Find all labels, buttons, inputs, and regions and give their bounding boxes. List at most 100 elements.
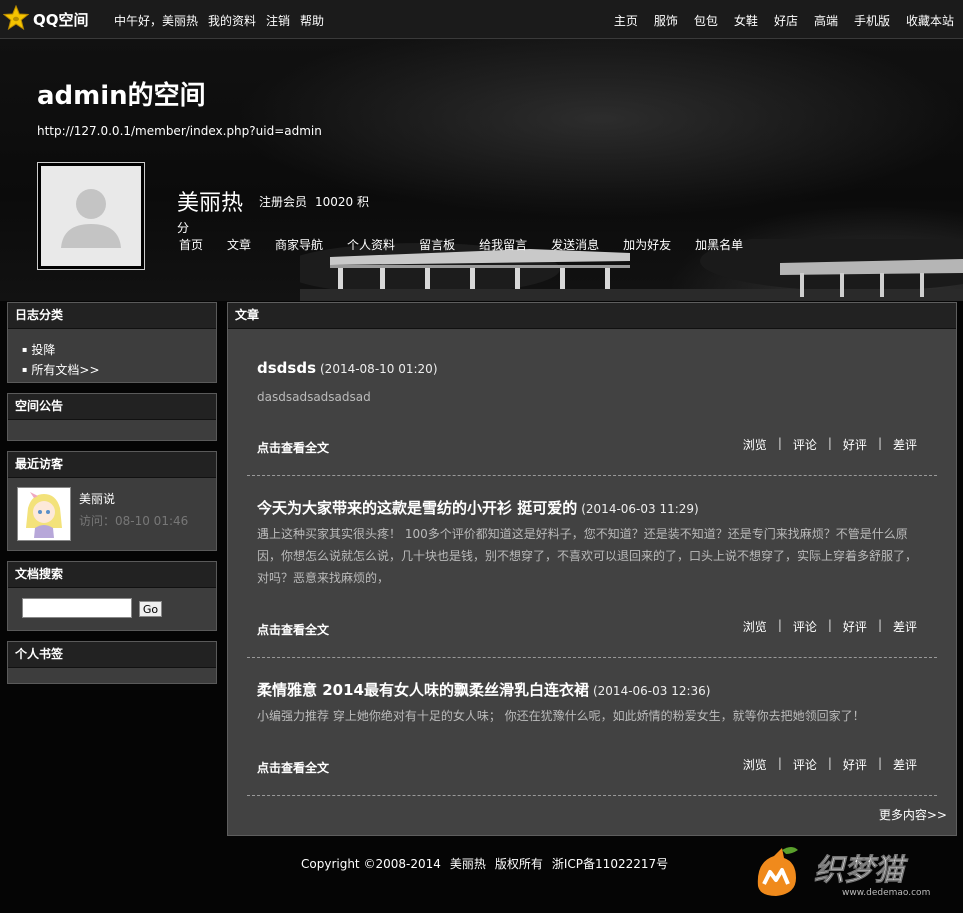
bookmarks-panel: 个人书签 <box>7 641 217 684</box>
article-actions: 浏览 | 评论 | 好评 | 差评 <box>743 618 917 635</box>
visitor-item: 美丽说 访问：08-10 01:46 <box>8 478 216 550</box>
profile-nav-profile[interactable]: 个人资料 <box>347 236 395 253</box>
separator: | <box>827 436 832 450</box>
help-link[interactable]: 帮助 <box>300 12 324 29</box>
category-panel: 日志分类 投降 所有文档>> <box>7 302 217 383</box>
category-list: 投降 所有文档>> <box>8 329 216 382</box>
footer-icp[interactable]: 浙ICP备11022217号 <box>552 857 668 871</box>
article-date: (2014-08-10 01:20) <box>320 362 438 376</box>
nav-home[interactable]: 主页 <box>614 12 638 29</box>
visitor-avatar[interactable] <box>17 487 71 541</box>
profile-nav-add-friend[interactable]: 加为好友 <box>623 236 671 253</box>
user-role: 注册会员 <box>259 195 308 209</box>
like-link[interactable]: 好评 <box>843 618 867 635</box>
read-more-link[interactable]: 点击查看全文 <box>257 439 329 456</box>
logout-link[interactable]: 注销 <box>266 12 290 29</box>
nav-highend[interactable]: 高端 <box>814 12 838 29</box>
nav-bookmark-site[interactable]: 收藏本站 <box>906 12 954 29</box>
profile-nav-send-message[interactable]: 发送消息 <box>551 236 599 253</box>
space-url[interactable]: http://127.0.0.1/member/index.php?uid=ad… <box>37 124 322 138</box>
separator: | <box>827 618 832 632</box>
article-title[interactable]: 柔情雅意 2014最有女人味的飘柔丝滑乳白连衣裙 (2014-06-03 12:3… <box>257 679 710 700</box>
article-title-text[interactable]: 今天为大家带来的这款是雪纺的小开衫 挺可爱的 <box>257 499 577 517</box>
search-input[interactable] <box>22 598 132 618</box>
view-link[interactable]: 浏览 <box>743 618 767 635</box>
profile-nav-guestbook[interactable]: 留言板 <box>419 236 455 253</box>
nav-clothing[interactable]: 服饰 <box>654 12 678 29</box>
top-bar: QQ空间 中午好，美丽热 我的资料 注销 帮助 主页 服饰 包包 女鞋 好店 高… <box>0 0 963 39</box>
visitors-panel: 最近访客 美丽说 访问：08-10 01:46 <box>7 451 217 551</box>
top-left-links: 中午好，美丽热 我的资料 注销 帮助 <box>114 12 334 29</box>
visitors-panel-title: 最近访客 <box>8 452 216 478</box>
profile-nav-blacklist[interactable]: 加黑名单 <box>695 236 743 253</box>
dislike-link[interactable]: 差评 <box>893 436 917 453</box>
dislike-link[interactable]: 差评 <box>893 756 917 773</box>
comment-link[interactable]: 评论 <box>793 436 817 453</box>
avatar[interactable] <box>37 162 145 270</box>
default-user-icon <box>61 189 121 248</box>
search-panel-title: 文档搜索 <box>8 562 216 588</box>
separator: | <box>877 436 882 450</box>
separator: | <box>827 756 832 770</box>
nav-bags[interactable]: 包包 <box>694 12 718 29</box>
profile-nav: 首页 文章 商家导航 个人资料 留言板 给我留言 发送消息 加为好友 加黑名单 <box>179 236 767 253</box>
like-link[interactable]: 好评 <box>843 756 867 773</box>
category-panel-title: 日志分类 <box>8 303 216 329</box>
article-title[interactable]: dsdsds (2014-08-10 01:20) <box>257 359 438 377</box>
article-title-text[interactable]: 柔情雅意 2014最有女人味的飘柔丝滑乳白连衣裙 <box>257 681 589 699</box>
category-item[interactable]: 投降 <box>22 340 216 360</box>
profile-nav-merchant[interactable]: 商家导航 <box>275 236 323 253</box>
footer-rights: 版权所有 <box>494 857 543 871</box>
search-panel: 文档搜索 Go <box>7 561 217 631</box>
article-actions: 浏览 | 评论 | 好评 | 差评 <box>743 756 917 773</box>
go-button[interactable]: Go <box>139 601 162 617</box>
comment-link[interactable]: 评论 <box>793 618 817 635</box>
article-title[interactable]: 今天为大家带来的这款是雪纺的小开衫 挺可爱的 (2014-06-03 11:29) <box>257 497 699 518</box>
nav-shoes[interactable]: 女鞋 <box>734 12 758 29</box>
logo-text[interactable]: QQ空间 <box>33 9 89 30</box>
separator: | <box>877 618 882 632</box>
article-actions: 浏览 | 评论 | 好评 | 差评 <box>743 436 917 453</box>
separator: | <box>777 436 782 450</box>
my-profile-link[interactable]: 我的资料 <box>208 12 256 29</box>
dedemao-watermark-logo: 织梦猫 www.dedemao.com <box>757 847 930 898</box>
article-body: 小编强力推荐 穿上她你绝对有十足的女人味； 你还在犹豫什么呢，如此娇情的粉爱女生… <box>257 709 865 723</box>
search-row: Go <box>8 588 216 632</box>
comment-link[interactable]: 评论 <box>793 756 817 773</box>
articles-panel: 文章 dsdsds (2014-08-10 01:20) dasdsadsadsa… <box>227 302 957 836</box>
profile-nav-home[interactable]: 首页 <box>179 236 203 253</box>
like-link[interactable]: 好评 <box>843 436 867 453</box>
space-title: admin的空间 <box>37 81 206 111</box>
all-documents-link[interactable]: 所有文档>> <box>22 360 216 380</box>
nav-shops[interactable]: 好店 <box>774 12 798 29</box>
bookmarks-panel-title: 个人书签 <box>8 642 216 668</box>
announcement-panel: 空间公告 <box>7 393 217 441</box>
footer-copyright: Copyright ©2008-2014 <box>301 857 441 871</box>
profile-banner: admin的空间 http://127.0.0.1/member/index.p… <box>0 39 963 301</box>
more-content-link[interactable]: 更多内容>> <box>879 806 947 823</box>
article-date: (2014-06-03 12:36) <box>592 684 711 698</box>
announcement-panel-title: 空间公告 <box>8 394 216 420</box>
article-item: dsdsds (2014-08-10 01:20) dasdsadsadsadsa… <box>247 330 937 476</box>
footer: Copyright ©2008-2014 美丽热 版权所有 浙ICP备11022217… <box>301 855 677 872</box>
article-date: (2014-06-03 11:29) <box>581 502 699 516</box>
profile-nav-articles[interactable]: 文章 <box>227 236 251 253</box>
footer-owner: 美丽热 <box>449 857 486 871</box>
view-link[interactable]: 浏览 <box>743 436 767 453</box>
visitor-time: 访问：08-10 01:46 <box>79 514 189 528</box>
nav-mobile[interactable]: 手机版 <box>854 12 890 29</box>
watermark-site: www.dedemao.com <box>842 888 930 898</box>
dislike-link[interactable]: 差评 <box>893 618 917 635</box>
read-more-link[interactable]: 点击查看全文 <box>257 759 329 776</box>
read-more-link[interactable]: 点击查看全文 <box>257 621 329 638</box>
article-item: 今天为大家带来的这款是雪纺的小开衫 挺可爱的 (2014-06-03 11:29)… <box>247 476 937 658</box>
separator: | <box>877 756 882 770</box>
star-logo-icon[interactable] <box>3 5 29 31</box>
view-link[interactable]: 浏览 <box>743 756 767 773</box>
articles-panel-title: 文章 <box>228 303 956 329</box>
profile-nav-leave-message[interactable]: 给我留言 <box>479 236 527 253</box>
greeting-link[interactable]: 中午好，美丽热 <box>114 12 198 29</box>
visitor-name[interactable]: 美丽说 <box>79 490 115 507</box>
user-meta: 注册会员 10020 积分 <box>177 189 377 241</box>
article-title-text[interactable]: dsdsds <box>257 359 316 377</box>
